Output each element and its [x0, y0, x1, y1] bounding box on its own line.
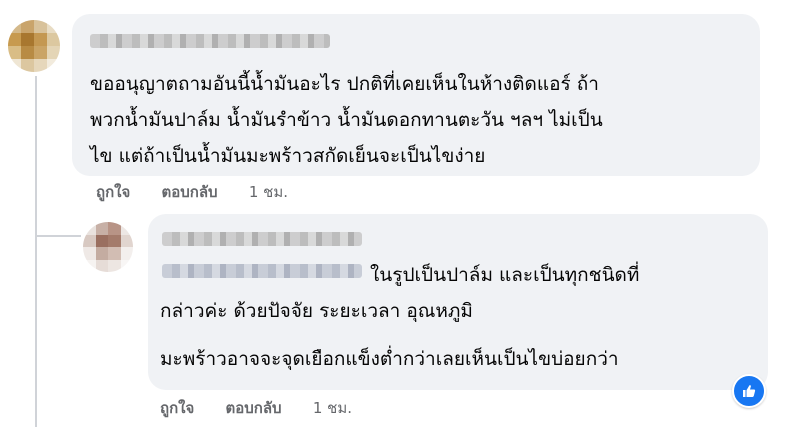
- reply-line: มะพร้าวอาจจะจุดเยือกแข็งต่ำกว่าเลยเห็นเป…: [160, 348, 619, 370]
- replier-avatar[interactable]: [83, 222, 133, 272]
- thread-connector-lower: [35, 236, 37, 427]
- thumbs-up-icon: [743, 385, 756, 397]
- replier-name-blurred[interactable]: [162, 232, 362, 246]
- commenter-name-blurred[interactable]: [90, 34, 330, 48]
- reply-link[interactable]: ตอบกลับ: [226, 399, 282, 417]
- comment-timestamp[interactable]: 1 ชม.: [249, 183, 288, 201]
- comment-text: ขออนุญาตถามอันนี้น้ำมันอะไร ปกติที่เคยเห…: [90, 66, 603, 174]
- thread-connector-horizontal: [35, 235, 81, 237]
- comment-line: ไข แต่ถ้าเป็นน้ำมันมะพร้าวสกัดเย็นจะเป็น…: [90, 145, 486, 167]
- thread-connector-vertical: [35, 76, 37, 236]
- comment-bubble: ขออนุญาตถามอันนี้น้ำมันอะไร ปกติที่เคยเห…: [72, 14, 760, 176]
- mentioned-name-blurred[interactable]: [162, 264, 362, 278]
- reply-timestamp[interactable]: 1 ชม.: [313, 399, 352, 417]
- like-link[interactable]: ถูกใจ: [96, 183, 130, 201]
- commenter-avatar[interactable]: [8, 20, 60, 72]
- reply-bubble: ในรูปเป็นปาล์ม และเป็นทุกชนิดที่ กล่าวค่…: [148, 214, 768, 390]
- comment-line: พวกน้ำมันปาล์ม น้ำมันรำข้าว น้ำมันดอกทาน…: [90, 109, 603, 131]
- reply-line: ในรูปเป็นปาล์ม และเป็นทุกชนิดที่: [370, 264, 640, 286]
- reply-link[interactable]: ตอบกลับ: [162, 183, 218, 201]
- reaction-badge[interactable]: [732, 374, 766, 408]
- like-link[interactable]: ถูกใจ: [160, 399, 194, 417]
- comment-actions: ถูกใจ ตอบกลับ 1 ชม.: [96, 180, 314, 204]
- reply-actions: ถูกใจ ตอบกลับ 1 ชม.: [160, 396, 378, 420]
- reply-line: กล่าวค่ะ ด้วยปัจจัย ระยะเวลา อุณหภูมิ: [160, 300, 473, 322]
- comment-line: ขออนุญาตถามอันนี้น้ำมันอะไร ปกติที่เคยเห…: [90, 73, 599, 95]
